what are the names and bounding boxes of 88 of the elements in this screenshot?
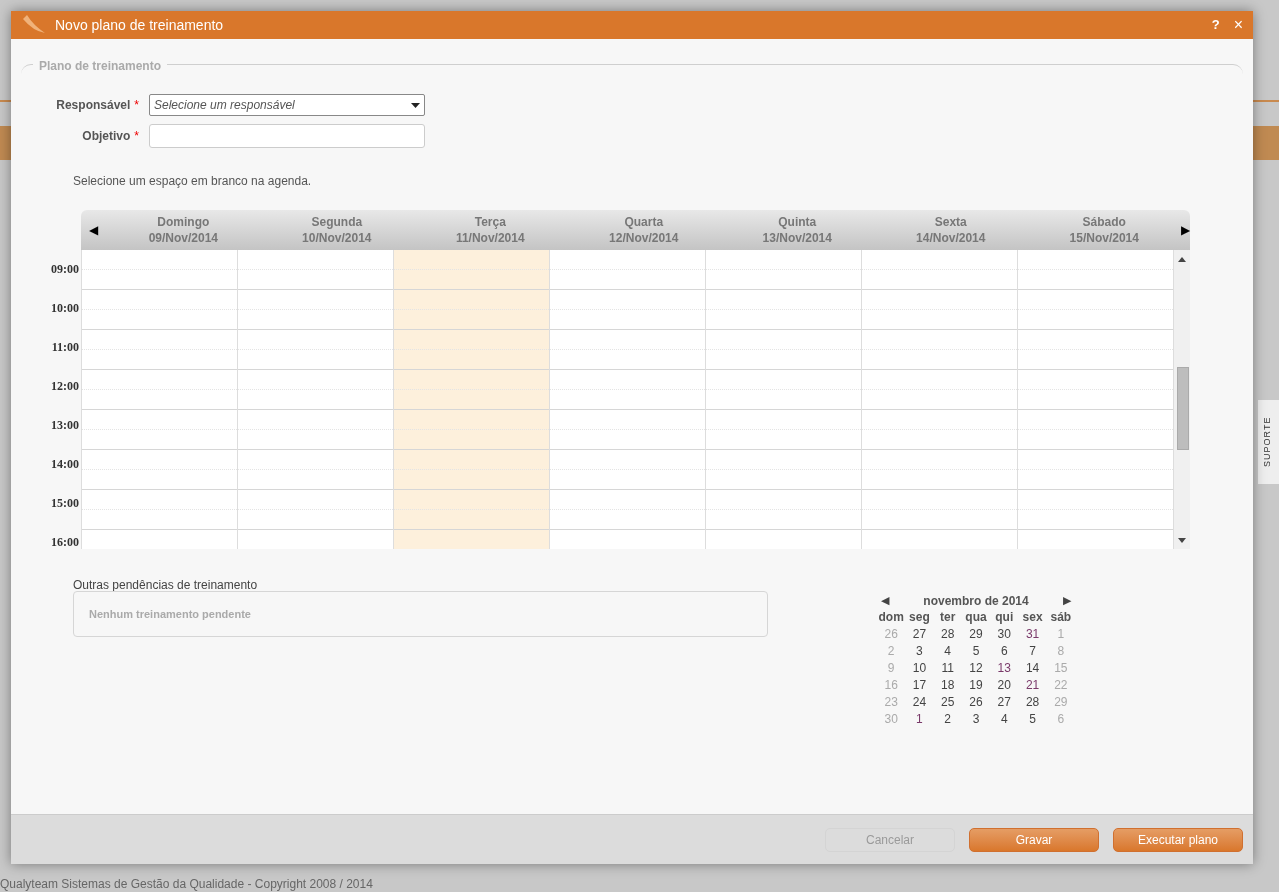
weekday-label: sex bbox=[1021, 609, 1044, 626]
calendar-day[interactable]: 25 bbox=[933, 694, 962, 711]
day-column[interactable] bbox=[1018, 250, 1174, 549]
day-name: Sexta bbox=[934, 214, 967, 230]
calendar-day[interactable]: 27 bbox=[990, 694, 1019, 711]
calendar-day[interactable]: 29 bbox=[961, 626, 991, 643]
day-column[interactable] bbox=[238, 250, 394, 549]
calendar-day[interactable]: 6 bbox=[990, 643, 1019, 660]
calendar-day[interactable]: 2 bbox=[933, 711, 962, 728]
hour-label: 09:00 bbox=[51, 262, 79, 276]
dialog-title: Novo plano de treinamento bbox=[55, 15, 225, 35]
hour-label: 16:00 bbox=[51, 535, 79, 549]
hour-label: 12:00 bbox=[51, 379, 79, 393]
day-column[interactable] bbox=[862, 250, 1018, 549]
weekday-label: dom bbox=[877, 609, 905, 626]
calendar-day[interactable]: 1 bbox=[905, 711, 934, 728]
day-date: 11/Nov/2014 bbox=[455, 230, 525, 246]
calendar-day[interactable]: 14 bbox=[1018, 660, 1047, 677]
calendar-day[interactable]: 3 bbox=[905, 643, 934, 660]
calendar-day[interactable]: 27 bbox=[905, 626, 934, 643]
calendar-day[interactable]: 30 bbox=[990, 626, 1019, 643]
weekday-label: qui bbox=[994, 609, 1015, 626]
month-title: novembro de 2014 bbox=[923, 592, 1029, 610]
day-date: 10/Nov/2014 bbox=[302, 230, 372, 246]
next-month-button[interactable]: ▶ bbox=[1063, 592, 1071, 609]
day-name: Quinta bbox=[778, 214, 817, 230]
calendar-day[interactable]: 5 bbox=[1018, 711, 1047, 728]
calendar-day[interactable]: 26 bbox=[961, 694, 991, 711]
previous-month-button[interactable]: ◀ bbox=[881, 592, 889, 609]
day-name: Sábado bbox=[1082, 214, 1126, 230]
page-footer: Qualyteam Sistemas de Gestão da Qualidade - Copyright 2008 / 2014 bbox=[0, 875, 373, 892]
hour-label: 15:00 bbox=[51, 496, 79, 510]
scroll-up-icon bbox=[1178, 257, 1186, 262]
weekday-label: seg bbox=[908, 609, 931, 626]
calendar-day[interactable]: 10 bbox=[905, 660, 934, 677]
weekday-label: sáb bbox=[1049, 609, 1073, 626]
calendar-day[interactable]: 4 bbox=[990, 711, 1019, 728]
previous-week-button[interactable]: ◀ bbox=[81, 221, 107, 239]
weekday-label: ter bbox=[939, 609, 957, 626]
day-name: Terça bbox=[474, 214, 506, 230]
field-label: Objetivo bbox=[82, 128, 131, 145]
objective-field[interactable] bbox=[149, 124, 425, 148]
calendar-day[interactable]: 28 bbox=[933, 626, 962, 643]
calendar-day[interactable]: 7 bbox=[1018, 643, 1047, 660]
empty-message: Nenhum treinamento pendente bbox=[89, 606, 251, 622]
field-label: Responsável bbox=[56, 97, 131, 114]
calendar-day[interactable]: 11 bbox=[933, 660, 962, 677]
day-name: Segunda bbox=[311, 214, 363, 230]
calendar-day[interactable]: 31 bbox=[1018, 626, 1047, 643]
hour-label: 10:00 bbox=[51, 301, 79, 315]
calendar-day[interactable]: 19 bbox=[961, 677, 991, 694]
day-date: 13/Nov/2014 bbox=[762, 230, 832, 246]
scrollbar[interactable] bbox=[1174, 250, 1190, 549]
calendar-day[interactable]: 18 bbox=[933, 677, 962, 694]
calendar-day[interactable]: 12 bbox=[961, 660, 991, 677]
hour-label: 13:00 bbox=[51, 418, 79, 432]
day-name: Quarta bbox=[624, 214, 664, 230]
calendar-day[interactable]: 24 bbox=[905, 694, 934, 711]
day-column[interactable] bbox=[706, 250, 862, 549]
day-name: Domingo bbox=[157, 214, 210, 230]
day-date: 15/Nov/2014 bbox=[1069, 230, 1139, 246]
required-mark: * bbox=[134, 128, 139, 145]
hour-label: 11:00 bbox=[51, 340, 79, 354]
logo-icon bbox=[21, 15, 47, 35]
calendar-day[interactable]: 21 bbox=[1018, 677, 1047, 694]
scrollbar-thumb[interactable] bbox=[1177, 367, 1189, 450]
calendar-day[interactable]: 3 bbox=[961, 711, 991, 728]
day-date: 14/Nov/2014 bbox=[916, 230, 986, 246]
day-date: 09/Nov/2014 bbox=[148, 230, 218, 246]
day-date: 12/Nov/2014 bbox=[609, 230, 679, 246]
calendar-day[interactable]: 5 bbox=[961, 643, 991, 660]
required-mark: * bbox=[134, 97, 139, 114]
responsible-select[interactable]: Selecione um responsável bbox=[149, 94, 425, 116]
calendar-day[interactable]: 13 bbox=[990, 660, 1019, 677]
pending-label: Outras pendências de treinamento bbox=[73, 577, 258, 594]
calendar-day[interactable]: 20 bbox=[990, 677, 1019, 694]
weekday-label: qua bbox=[964, 609, 988, 626]
calendar-day[interactable]: 28 bbox=[1018, 694, 1047, 711]
hour-label: 14:00 bbox=[51, 457, 79, 471]
next-week-button[interactable]: ▶ bbox=[1180, 221, 1190, 239]
scroll-down-icon bbox=[1178, 538, 1186, 543]
agenda-hint: Selecione um espaço em branco na agenda. bbox=[73, 173, 312, 190]
day-column[interactable] bbox=[82, 250, 238, 549]
calendar-day[interactable]: 4 bbox=[933, 643, 962, 660]
calendar-day[interactable]: 17 bbox=[905, 677, 934, 694]
day-column[interactable] bbox=[550, 250, 706, 549]
support-tab[interactable]: SUPORTE bbox=[1258, 400, 1279, 484]
day-column[interactable] bbox=[394, 250, 550, 549]
